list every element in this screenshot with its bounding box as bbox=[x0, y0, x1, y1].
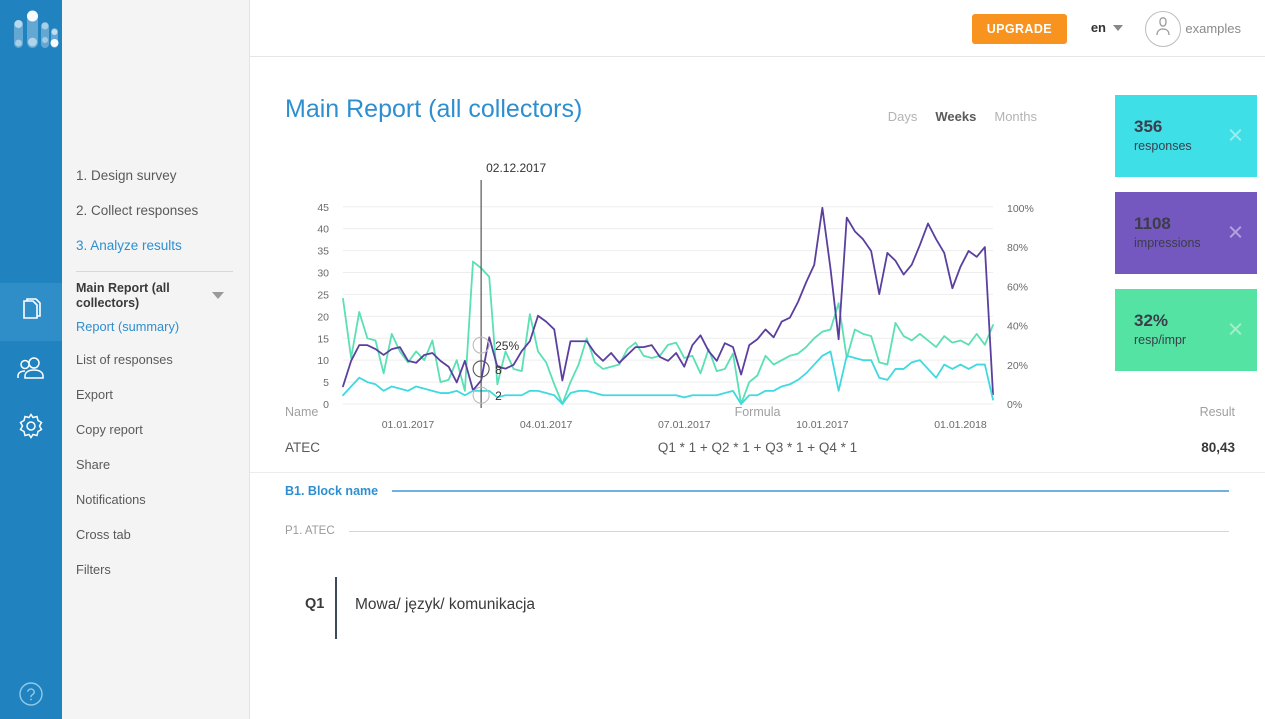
sidebar-item-report-summary[interactable]: Report (summary) bbox=[76, 311, 249, 342]
column-header-formula: Formula bbox=[250, 405, 1265, 419]
tab-weeks[interactable]: Weeks bbox=[935, 109, 976, 124]
cell-formula: Q1 * 1 + Q2 * 1 + Q3 * 1 + Q4 * 1 bbox=[250, 440, 1265, 455]
page-rule bbox=[349, 531, 1229, 532]
avatar[interactable] bbox=[1145, 11, 1181, 47]
question-number: Q1 bbox=[305, 577, 335, 639]
rail-item-documents[interactable] bbox=[0, 283, 62, 341]
svg-text:40: 40 bbox=[317, 224, 329, 236]
rail-item-users[interactable] bbox=[0, 341, 62, 399]
rail-item-settings[interactable] bbox=[0, 399, 62, 457]
sidebar-item-filters[interactable]: Filters bbox=[76, 552, 249, 587]
page-title: Main Report (all collectors) bbox=[285, 95, 582, 124]
tab-days[interactable]: Days bbox=[888, 109, 918, 124]
svg-text:5: 5 bbox=[323, 377, 329, 389]
svg-text:60%: 60% bbox=[1007, 281, 1028, 293]
rail-icon-list bbox=[0, 283, 62, 457]
svg-text:80%: 80% bbox=[1007, 242, 1028, 254]
svg-text:20: 20 bbox=[317, 311, 329, 323]
sidebar-item-cross-tab[interactable]: Cross tab bbox=[76, 517, 249, 552]
user-name[interactable]: examples bbox=[1185, 21, 1241, 36]
report-selector[interactable]: Main Report (all collectors) bbox=[76, 281, 236, 311]
page-header: P1. ATEC bbox=[285, 525, 1229, 537]
svg-text:25: 25 bbox=[317, 289, 329, 301]
block-header: B1. Block name bbox=[285, 484, 1229, 498]
documents-icon bbox=[16, 295, 46, 330]
section-divider bbox=[250, 472, 1265, 473]
language-label: en bbox=[1091, 20, 1106, 35]
close-icon[interactable] bbox=[1228, 321, 1243, 336]
question-text: Mowa/ język/ komunikacja bbox=[355, 577, 535, 639]
stat-card-resp-impr[interactable]: 32% resp/impr bbox=[1115, 289, 1257, 371]
users-icon bbox=[15, 355, 47, 386]
chevron-down-icon bbox=[1113, 25, 1123, 31]
sidebar-item-notifications[interactable]: Notifications bbox=[76, 482, 249, 517]
svg-text:40%: 40% bbox=[1007, 321, 1028, 333]
column-header-result: Result bbox=[1200, 405, 1235, 419]
sidebar-item-export[interactable]: Export bbox=[76, 377, 249, 412]
block-rule bbox=[392, 490, 1229, 492]
svg-text:15: 15 bbox=[317, 333, 329, 345]
app-window: 1. Design survey 2. Collect responses 3.… bbox=[0, 0, 1265, 719]
chevron-down-icon bbox=[212, 292, 224, 299]
responses-line-chart[interactable]: 0510152025303540450%20%40%60%80%100%01.0… bbox=[285, 132, 1090, 442]
survey-logo-icon[interactable] bbox=[0, 0, 62, 62]
svg-text:2: 2 bbox=[495, 389, 502, 403]
main-content: Main Report (all collectors) Days Weeks … bbox=[250, 57, 1265, 719]
table-row[interactable]: ATEC Q1 * 1 + Q2 * 1 + Q3 * 1 + Q4 * 1 8… bbox=[250, 440, 1265, 486]
table-header-row: Name Formula Result bbox=[250, 405, 1265, 440]
help-button[interactable] bbox=[0, 679, 62, 713]
svg-text:20%: 20% bbox=[1007, 360, 1028, 372]
language-selector[interactable]: en bbox=[1091, 20, 1123, 35]
question-mark-icon bbox=[18, 681, 44, 712]
sidebar-step-design[interactable]: 1. Design survey bbox=[76, 158, 249, 193]
svg-text:35: 35 bbox=[317, 246, 329, 258]
close-icon[interactable] bbox=[1228, 127, 1243, 142]
page-label[interactable]: P1. ATEC bbox=[285, 525, 335, 537]
svg-text:100%: 100% bbox=[1007, 203, 1034, 215]
icon-rail bbox=[0, 0, 62, 719]
sidebar: 1. Design survey 2. Collect responses 3.… bbox=[62, 0, 250, 719]
upgrade-button[interactable]: UPGRADE bbox=[972, 14, 1067, 44]
stat-card-list: 356 responses 1108 impressions 32% resp/… bbox=[1115, 95, 1257, 386]
svg-text:45: 45 bbox=[317, 202, 329, 214]
formula-table: Name Formula Result ATEC Q1 * 1 + Q2 * 1… bbox=[250, 405, 1265, 486]
report-selector-label: Main Report (all collectors) bbox=[76, 281, 170, 310]
sidebar-item-list-of-responses[interactable]: List of responses bbox=[76, 342, 249, 377]
user-avatar-icon bbox=[1152, 16, 1174, 43]
gear-icon bbox=[16, 411, 46, 446]
stat-card-impressions[interactable]: 1108 impressions bbox=[1115, 192, 1257, 274]
svg-text:30: 30 bbox=[317, 268, 329, 280]
granularity-tabs: Days Weeks Months bbox=[888, 109, 1037, 124]
svg-text:25%: 25% bbox=[495, 339, 519, 353]
question-block: Q1 Mowa/ język/ komunikacja bbox=[305, 577, 535, 639]
sidebar-item-copy-report[interactable]: Copy report bbox=[76, 412, 249, 447]
question-accent-bar bbox=[335, 577, 337, 639]
stat-card-responses[interactable]: 356 responses bbox=[1115, 95, 1257, 177]
sidebar-divider bbox=[76, 271, 233, 272]
close-icon[interactable] bbox=[1228, 224, 1243, 239]
svg-text:10: 10 bbox=[317, 355, 329, 367]
svg-text:02.12.2017: 02.12.2017 bbox=[486, 161, 546, 175]
sidebar-item-share[interactable]: Share bbox=[76, 447, 249, 482]
tab-months[interactable]: Months bbox=[994, 109, 1037, 124]
cell-result: 80,43 bbox=[1201, 440, 1235, 455]
sidebar-step-collect[interactable]: 2. Collect responses bbox=[76, 193, 249, 228]
top-header: UPGRADE en examples bbox=[250, 0, 1265, 57]
sidebar-step-analyze[interactable]: 3. Analyze results bbox=[76, 228, 249, 263]
block-label[interactable]: B1. Block name bbox=[285, 484, 378, 498]
svg-text:8: 8 bbox=[495, 363, 502, 377]
